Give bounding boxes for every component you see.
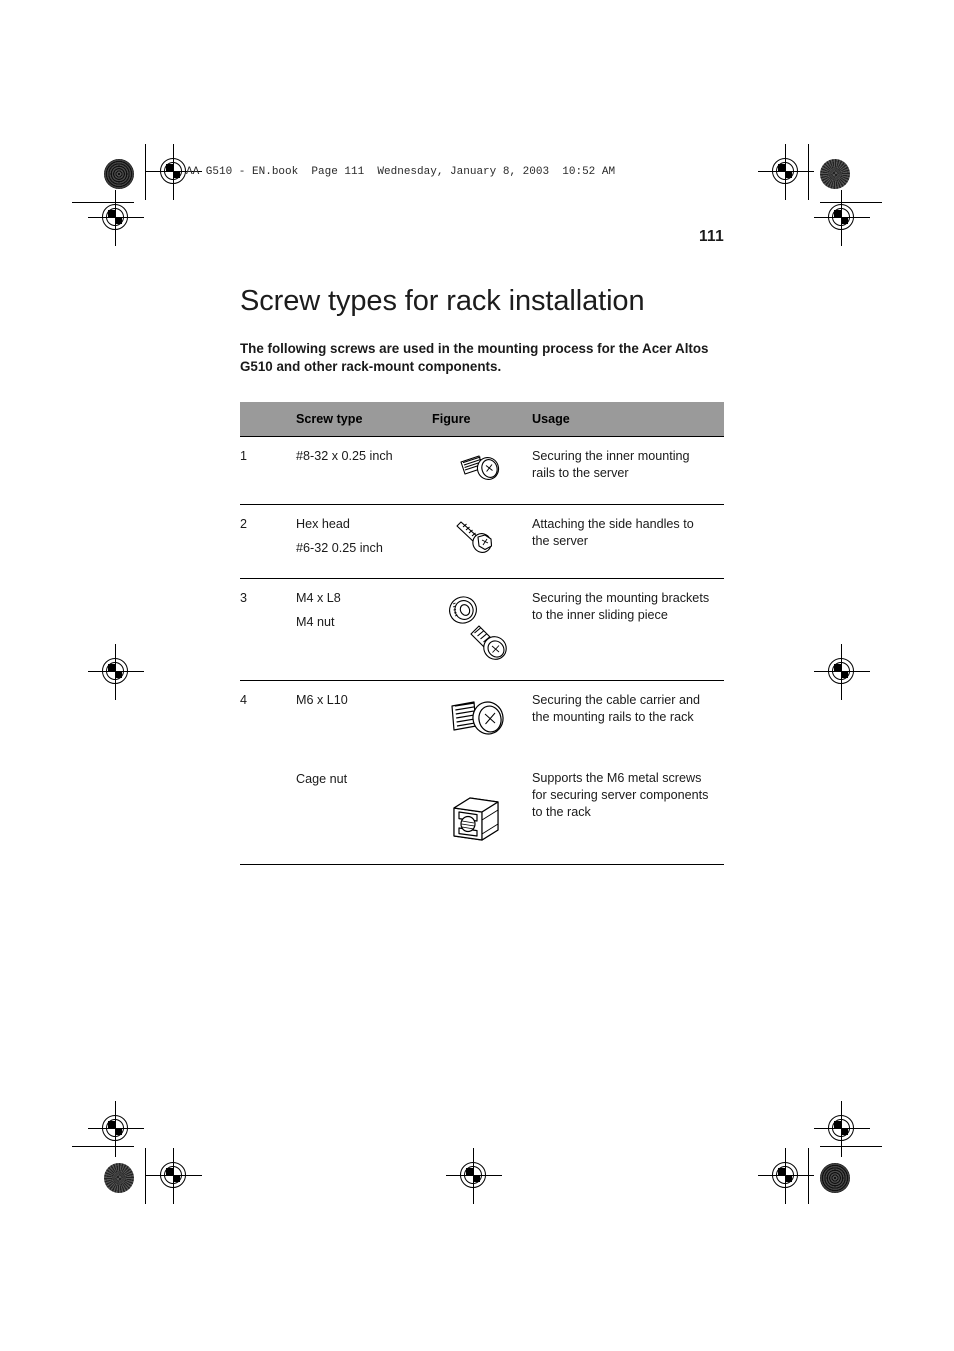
registration-mark-bottom-inner-right bbox=[758, 1148, 814, 1204]
pan-head-screw-small-icon bbox=[432, 448, 522, 490]
intro-paragraph: The following screws are used in the mou… bbox=[240, 340, 709, 374]
row-number: 1 bbox=[240, 436, 296, 505]
row-figure bbox=[432, 436, 532, 505]
row-usage: Securing the cable carrier and the mount… bbox=[532, 680, 724, 865]
hex-head-screw-icon bbox=[432, 516, 522, 564]
halftone-target-top-right bbox=[820, 159, 850, 189]
table-body: 1 #8-32 x 0.25 inch Securing the inner m… bbox=[240, 436, 724, 891]
table-header-row: Screw type Figure Usage bbox=[240, 402, 724, 437]
table-row[interactable]: 3 M4 x L8 M4 nut Securing the mounting b… bbox=[240, 578, 724, 681]
table-row[interactable]: 4 M6 x L10 Cage nut Securing the cable c… bbox=[240, 680, 724, 865]
registration-mark-top-right bbox=[758, 144, 814, 200]
row-figure bbox=[432, 578, 532, 681]
trim-guide-right-vertical bbox=[808, 144, 810, 200]
column-header-number bbox=[240, 402, 296, 437]
registration-mark-bottom-center bbox=[446, 1148, 502, 1204]
row-usage-main: Securing the cable carrier and the mount… bbox=[532, 693, 701, 724]
print-header-text: AA G510 - EN.book Page 111 Wednesday, Ja… bbox=[186, 166, 616, 178]
halftone-target-top-left bbox=[104, 159, 134, 189]
row-screw-type: M4 x L8 M4 nut bbox=[296, 578, 432, 681]
registration-mark-left-upper bbox=[88, 190, 144, 246]
trim-guide-right-horizontal bbox=[820, 202, 882, 204]
trim-guide-bottom-right-vertical bbox=[808, 1148, 810, 1204]
screw-type-line: #8-32 x 0.25 inch bbox=[296, 449, 393, 464]
registration-mark-bottom-left bbox=[88, 1101, 144, 1157]
registration-mark-right-lower bbox=[814, 644, 870, 700]
table-header: Screw type Figure Usage bbox=[240, 402, 724, 437]
row-number: 4 bbox=[240, 680, 296, 865]
halftone-target-bottom-right bbox=[820, 1163, 850, 1193]
row-usage: Securing the inner mounting rails to the… bbox=[532, 436, 724, 505]
row-number: 3 bbox=[240, 578, 296, 681]
row-figure bbox=[432, 680, 532, 865]
cage-nut-icon bbox=[432, 790, 522, 850]
trim-guide-left-horizontal bbox=[72, 202, 134, 204]
screw-type-line: M4 nut bbox=[296, 614, 335, 629]
pan-head-screw-large-icon bbox=[432, 692, 522, 754]
screw-type-line-sub: Cage nut bbox=[296, 771, 348, 786]
registration-mark-bottom-right bbox=[814, 1101, 870, 1157]
table-row[interactable]: 2 Hex head #6-32 0.25 inch Attaching the… bbox=[240, 504, 724, 579]
screw-type-line: M4 x L8 bbox=[296, 591, 341, 606]
page-number: 111 bbox=[698, 228, 724, 245]
document-page: AA G510 - EN.book Page 111 Wednesday, Ja… bbox=[0, 0, 954, 1351]
page-content: 111 Screw types for rack installation Th… bbox=[240, 228, 724, 891]
row-number: 2 bbox=[240, 504, 296, 579]
row-usage: Attaching the side handles to the server bbox=[532, 504, 724, 579]
row-screw-type: #8-32 x 0.25 inch bbox=[296, 436, 432, 505]
page-title: Screw types for rack installation bbox=[240, 285, 645, 317]
registration-mark-bottom-inner-left bbox=[146, 1148, 202, 1204]
row-figure bbox=[432, 504, 532, 579]
halftone-target-bottom-left bbox=[104, 1163, 134, 1193]
trim-guide-left-vertical bbox=[145, 144, 147, 200]
row-usage-sub: Supports the M6 metal screws for securin… bbox=[532, 771, 709, 819]
trim-guide-bottom-left-vertical bbox=[145, 1148, 147, 1204]
screw-type-line: M6 x L10 bbox=[296, 693, 348, 708]
row-screw-type: Hex head #6-32 0.25 inch bbox=[296, 504, 432, 579]
screw-types-table: Screw type Figure Usage 1 #8-32 x 0.25 i… bbox=[240, 402, 724, 891]
column-header-usage: Usage bbox=[532, 402, 724, 437]
registration-mark-right-upper bbox=[814, 190, 870, 246]
row-usage: Securing the mounting brackets to the in… bbox=[532, 578, 724, 681]
column-header-figure: Figure bbox=[432, 402, 532, 437]
trim-guide-bottom-left-horizontal bbox=[72, 1146, 134, 1148]
screw-type-line: Hex head bbox=[296, 517, 350, 532]
table-row[interactable]: 1 #8-32 x 0.25 inch Securing the inner m… bbox=[240, 436, 724, 505]
registration-mark-left-lower bbox=[88, 644, 144, 700]
nut-and-screw-icon bbox=[432, 590, 522, 666]
table-bottom-rule bbox=[240, 864, 724, 891]
screw-type-line: #6-32 0.25 inch bbox=[296, 540, 383, 555]
row-screw-type: M6 x L10 Cage nut bbox=[296, 680, 432, 865]
trim-guide-bottom-right-horizontal bbox=[820, 1146, 882, 1148]
column-header-screw-type: Screw type bbox=[296, 402, 432, 437]
